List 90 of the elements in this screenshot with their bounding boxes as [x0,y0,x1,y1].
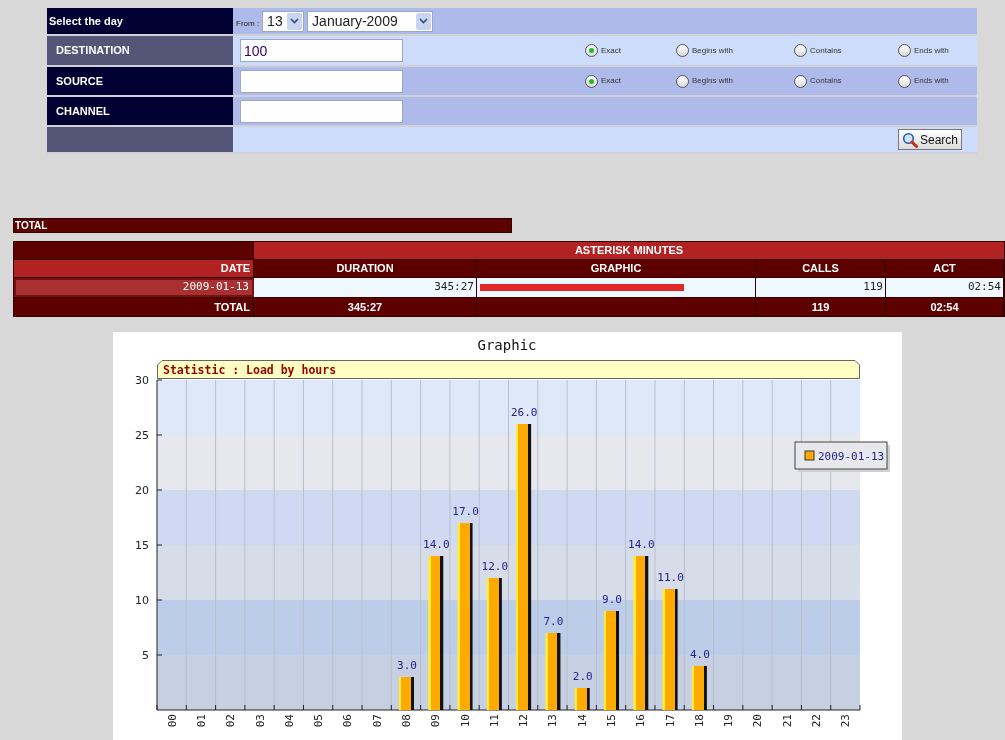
table-cell: 119 [756,278,886,297]
option-label: Ends with [914,75,949,87]
x-tick-label: 22 [810,714,824,728]
input-field[interactable] [240,69,403,93]
value-label: 17.0 [452,505,479,518]
column-header: DATE [14,260,254,277]
x-tick-label: 07 [370,714,384,728]
value-label: 7.0 [543,615,564,628]
value-label: 9.0 [602,593,622,606]
chart-subtitle: Statistic : Load by hours [163,363,337,377]
column-header: CALLS [756,260,886,277]
table-cell: 02:54 [886,298,1004,316]
x-tick-label: 08 [400,714,413,728]
caret-icon [419,18,429,24]
value-label: 14.0 [628,538,655,551]
search-button[interactable]: Search [897,129,962,150]
option-label: Contains [810,44,842,57]
from-label: From : [236,18,260,30]
option-label: Contains [810,75,842,87]
column-group-header: ASTERISK MINUTES [254,242,1004,259]
value-label: 14.0 [423,538,450,551]
x-tick-label: 18 [692,714,706,728]
x-tick-label: 09 [429,714,443,728]
x-tick-label: 17 [663,714,677,728]
radio-button[interactable] [585,44,598,57]
radio-button[interactable] [898,44,911,57]
x-tick-label: 05 [312,714,326,728]
table-cell: 02:54 [886,278,1004,297]
option-label: Ends with [914,44,949,57]
table-cell: 2009-01-13 [14,278,254,297]
x-tick-label: 13 [546,714,560,728]
column-header: ACT [886,260,1004,277]
y-tick-label: 20 [135,483,149,497]
x-tick-label: 12 [517,714,531,728]
input-field[interactable]: 100 [240,39,403,62]
value-label: 2.0 [572,670,593,683]
legend-label: 2009-01-13 [818,450,885,463]
radio-button[interactable] [585,74,598,88]
y-tick-label: 15 [135,538,149,552]
y-tick-label: 30 [135,373,149,387]
table-cell: 119 [756,298,886,316]
x-tick-label: 02 [224,714,238,728]
x-tick-label: 14 [575,714,589,728]
x-tick-label: 21 [780,714,794,728]
chart-title: Graphic [477,337,537,353]
caret-icon [290,18,300,24]
value-label: 26.0 [510,406,538,419]
x-tick-label: 04 [282,714,296,728]
search-icon [901,131,918,148]
x-tick-label: 03 [253,714,267,728]
y-tick-label: 5 [142,648,149,662]
radio-button[interactable] [898,74,911,88]
radio-button[interactable] [794,74,807,88]
table-cell: 345:27 [254,298,477,316]
row-label: CHANNEL [55,103,110,119]
value-label: 12.0 [481,560,509,573]
radio-button[interactable] [676,74,689,88]
dropdown[interactable]: 13 [262,10,305,32]
column-header: DURATION [254,260,477,277]
value-label: 4.0 [689,648,710,661]
table-cell: TOTAL [14,298,254,316]
x-tick-label: 20 [751,714,765,728]
legend-swatch [804,450,815,461]
y-tick-label: 10 [135,593,149,607]
value-label: 3.0 [397,659,417,672]
option-label: Exact [601,75,621,87]
row-label: SOURCE [55,73,104,89]
x-tick-label: 01 [194,714,208,728]
x-tick-label: 15 [605,714,618,728]
y-tick-label: 25 [135,428,149,442]
x-tick-label: 23 [839,714,853,728]
dropdown[interactable]: January-2009 [307,10,434,32]
option-label: Begins with [692,44,733,57]
row-label: DESTINATION [55,43,130,59]
option-label: Begins with [692,75,733,87]
x-tick-label: 11 [487,714,501,728]
radio-button[interactable] [794,44,807,57]
x-tick-label: 00 [165,714,179,728]
x-tick-label: 19 [722,714,736,728]
x-tick-label: 10 [458,714,472,728]
radio-button[interactable] [676,44,689,57]
option-label: Exact [601,44,621,57]
x-tick-label: 16 [634,714,648,728]
x-tick-label: 06 [341,714,355,728]
total-bar: TOTAL [13,218,512,233]
table-cell: 345:27 [254,278,477,297]
column-header: GRAPHIC [477,260,756,277]
row-label: Select the day [48,13,123,29]
input-field[interactable] [240,99,403,123]
value-label: 11.0 [657,571,684,584]
